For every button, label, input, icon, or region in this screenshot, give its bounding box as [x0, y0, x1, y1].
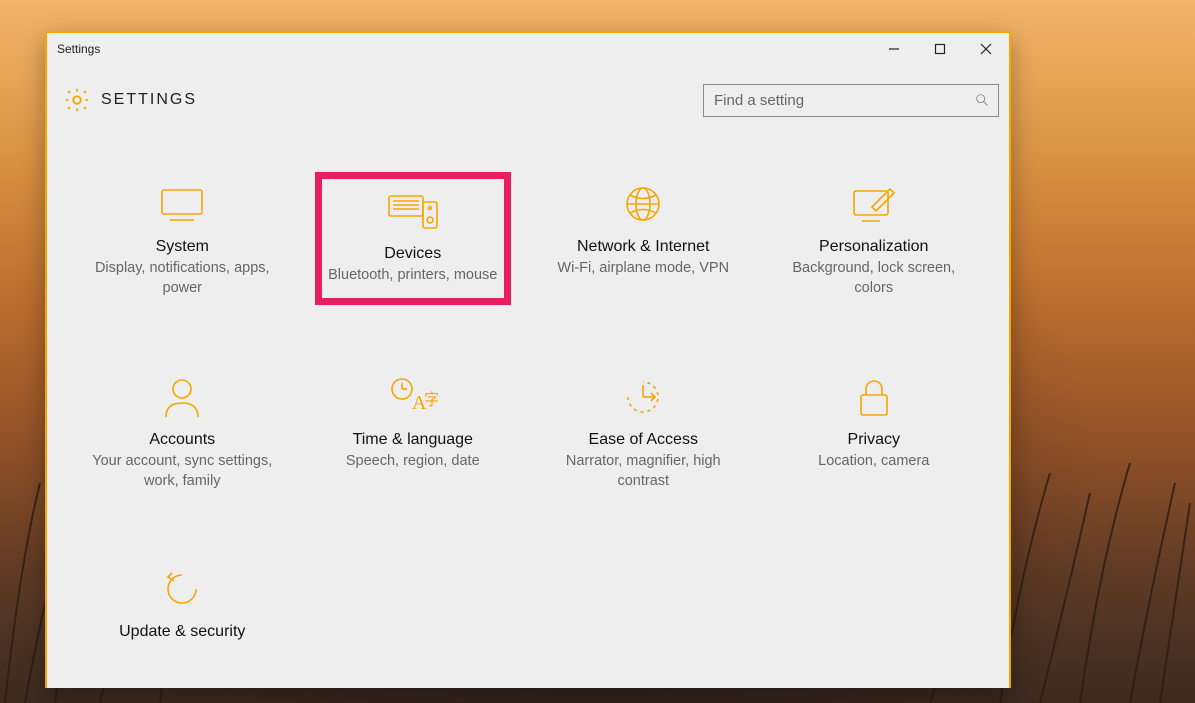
search-icon [974, 92, 990, 108]
globe-icon [621, 178, 665, 230]
tile-accounts[interactable]: Accounts Your account, sync settings, wo… [84, 365, 280, 498]
system-icon [156, 178, 208, 230]
titlebar[interactable]: Settings [47, 33, 1009, 64]
tile-devices[interactable]: Devices Bluetooth, printers, mouse [315, 172, 511, 305]
tile-time-language[interactable]: A字 Time & language Speech, region, date [315, 365, 511, 498]
tile-desc: Location, camera [818, 451, 929, 471]
tile-desc: Speech, region, date [346, 451, 480, 471]
accounts-icon [162, 371, 202, 423]
tile-privacy[interactable]: Privacy Location, camera [776, 365, 972, 498]
desktop-wallpaper: Settings SETTINGS Find a settin [0, 0, 1195, 703]
search-placeholder: Find a setting [714, 92, 974, 109]
tile-desc: Display, notifications, apps, power [88, 258, 276, 299]
tile-title: Update & security [119, 623, 245, 641]
update-icon [160, 563, 204, 615]
minimize-button[interactable] [871, 33, 917, 64]
close-button[interactable] [963, 33, 1009, 64]
tile-network[interactable]: Network & Internet Wi-Fi, airplane mode,… [545, 172, 741, 305]
tile-desc: Narrator, magnifier, high contrast [549, 451, 737, 492]
tile-title: System [156, 238, 209, 256]
tile-title: Network & Internet [577, 238, 710, 256]
search-input[interactable]: Find a setting [703, 84, 999, 117]
maximize-button[interactable] [917, 33, 963, 64]
tile-desc: Your account, sync settings, work, famil… [88, 451, 276, 492]
tile-desc: Wi-Fi, airplane mode, VPN [557, 258, 729, 278]
personalization-icon [848, 178, 900, 230]
ease-of-access-icon [621, 371, 665, 423]
devices-icon [385, 185, 441, 237]
app-title: SETTINGS [101, 91, 197, 109]
tile-system[interactable]: System Display, notifications, apps, pow… [84, 172, 280, 305]
tile-ease-of-access[interactable]: Ease of Access Narrator, magnifier, high… [545, 365, 741, 498]
tile-desc: Bluetooth, printers, mouse [328, 265, 497, 285]
tile-title: Time & language [353, 431, 473, 449]
tile-title: Accounts [149, 431, 215, 449]
tile-title: Privacy [848, 431, 900, 449]
tile-title: Personalization [819, 238, 928, 256]
tile-update-security[interactable]: Update & security [84, 557, 280, 649]
tile-title: Ease of Access [589, 431, 698, 449]
tile-title: Devices [384, 245, 441, 263]
tile-desc: Background, lock screen, colors [780, 258, 968, 299]
time-language-icon: A字 [388, 371, 438, 423]
tile-personalization[interactable]: Personalization Background, lock screen,… [776, 172, 972, 305]
category-grid: System Display, notifications, apps, pow… [47, 126, 1009, 688]
gear-icon [59, 82, 95, 118]
lock-icon [855, 371, 893, 423]
header: SETTINGS Find a setting [47, 64, 1009, 126]
window-title: Settings [57, 42, 100, 56]
settings-window: Settings SETTINGS Find a settin [45, 31, 1011, 688]
svg-text:字: 字 [424, 391, 438, 409]
